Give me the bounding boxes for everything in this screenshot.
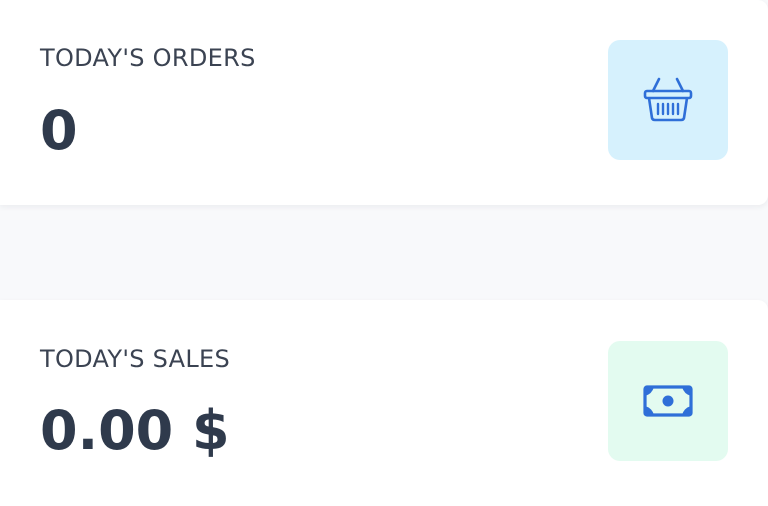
todays-orders-card: TODAY'S ORDERS 0 (0, 0, 768, 205)
sales-icon-tile (608, 341, 728, 461)
todays-sales-card: TODAY'S SALES 0.00 $ (0, 300, 768, 506)
orders-icon-tile (608, 40, 728, 160)
cash-icon (643, 385, 693, 417)
todays-sales-label: TODAY'S SALES (40, 345, 231, 373)
todays-orders-label: TODAY'S ORDERS (40, 44, 256, 72)
basket-icon (642, 76, 694, 124)
dashboard-stats: TODAY'S ORDERS 0 TODAY'S SALES 0.00 $ (0, 0, 768, 506)
todays-sales-value: 0.00 $ (40, 399, 230, 462)
todays-orders-value: 0 (40, 99, 78, 162)
